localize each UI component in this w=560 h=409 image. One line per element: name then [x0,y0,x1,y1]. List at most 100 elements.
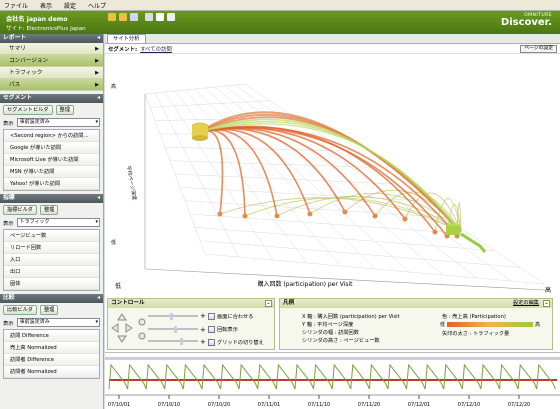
list-item[interactable]: Google が導いた訪問 [4,142,99,154]
zoom-slider-thumb [170,313,173,320]
compare-show-select[interactable]: 事前設定済み [16,318,100,327]
controls-panel: コントロール ⌄ + + + 画面に合わせる 回転表示 グリッドの切り替え [107,298,275,350]
timeline[interactable]: 07/10/01 07/10/10 07/10/20 07/11/01 07/11/10… [105,352,560,409]
path-3d-chart[interactable]: 購入回数 (participation) per Visit 低 高 平均ページ… [105,54,560,298]
svg-text:+: + [200,326,206,334]
list-item[interactable]: リロード回数 [4,242,99,254]
metric-section-header[interactable]: 指標 ◂ [0,194,103,203]
compare-organize-button[interactable]: 整理 [39,305,59,315]
timeline-date-label: 07/11/10 [308,402,330,408]
list-item[interactable]: 売上高 Normalized [4,342,99,354]
y-axis-high: 高 [111,83,116,90]
list-item[interactable]: 入口 [4,254,99,266]
fit-icon [208,313,215,320]
timeline-date-label: 07/10/01 [108,402,130,408]
edit-settings-link[interactable]: 設定の編集 [513,299,539,308]
pan-up-icon [117,313,127,321]
timeline-date-label: 07/10/10 [158,402,180,408]
svg-text:+: + [200,338,206,346]
timeline-sparkline [108,363,556,390]
legend-color: 色 : 売上高 (Participation) [442,314,506,320]
chevron-right-icon: ▶ [95,58,99,64]
timeline-date-label: 07/11/20 [358,402,380,408]
compare-builder-button[interactable]: 比較ビルダ [3,305,37,315]
rotate-view-button[interactable]: 回転表示 [208,326,238,333]
site-name: サイト: ElectronicsPlus Japan [6,26,86,32]
segment-bar: セグメント: すべての訪問 ページの設定 [105,44,560,54]
compare-section-header[interactable]: 比較 ◂ [0,294,103,303]
metric-organize-button[interactable]: 整理 [39,205,59,215]
legend-cyl-width: シリンダの幅 : 訪問回数 [302,330,359,336]
grid-toggle-button[interactable]: グリッドの切り替え [208,339,264,346]
menu-file[interactable]: ファイル [4,1,28,10]
timeline-ticks: 07/10/01 07/10/10 07/10/20 07/11/01 07/11/10… [108,395,530,408]
fit-screen-button[interactable]: 画面に合わせる [208,313,253,320]
nav-path[interactable]: パス ▶ [0,79,103,91]
path-node [432,229,438,235]
copy-icon[interactable] [156,12,164,21]
legend-x: X 軸 : 購入回数 (participation) per Visit [302,314,400,320]
path-node [372,213,378,219]
list-item[interactable]: 固体 [4,278,99,290]
path-arc [199,128,311,215]
path-node [217,211,223,217]
segment-organize-button[interactable]: 整理 [55,105,74,115]
path-node [307,211,313,217]
sidebar: レポート ◂ サマリ ▶ コンバージョン ▶ トラフィック ▶ パス ▶ セグメント ◂ セ… [0,34,104,409]
segment-section-header[interactable]: セグメント ◂ [0,94,103,103]
legend-arrow: 矢印の太さ : トラフィック量 [442,331,510,337]
nav-conversion[interactable]: コンバージョン ▶ [0,55,103,67]
x-axis-label: 購入回数 (participation) per Visit [257,280,353,288]
x-axis-low: 低 [115,282,121,290]
grid-icon [208,339,215,346]
nav-traffic[interactable]: トラフィック ▶ [0,67,103,79]
list-item[interactable]: MSN が導いた訪問 [4,166,99,178]
chevron-right-icon: ▶ [95,70,99,76]
report-section-header[interactable]: レポート ◂ [0,34,103,43]
list-item[interactable]: 訪問者 Difference [4,354,99,366]
path-node [342,209,348,215]
compare-list: 訪問 Difference 売上高 Normalized 訪問者 Differe… [3,329,100,379]
list-item[interactable]: 訪問者 Normalized [4,366,99,378]
list-item[interactable]: 出口 [4,266,99,278]
pan-left-icon [111,323,119,333]
tab-site-analysis[interactable]: サイト分析 [107,34,146,43]
list-item[interactable]: <Second region> からの訪問… [4,130,99,142]
chevron-right-icon: ▶ [95,82,99,88]
collapse-icon[interactable]: ⌄ [265,300,272,307]
nav-summary[interactable]: サマリ ▶ [0,43,103,55]
timeline-date-label: 07/12/10 [458,402,480,408]
origin-cylinder [192,135,208,141]
list-item[interactable]: Yahoo! が導いた訪問 [4,178,99,190]
save-icon[interactable] [130,12,138,21]
segment-builder-button[interactable]: セグメントビルダ [3,105,53,115]
timeline-date-label: 07/12/01 [408,402,430,408]
timeline-date-label: 07/12/20 [508,402,530,408]
metric-builder-button[interactable]: 指標ビルダ [3,205,37,215]
legend-panel: 凡例 設定の編集 ⌄ X 軸 : 購入回数 (participation) per … [279,298,553,350]
rotate-icon [208,326,215,333]
legend-cyl-height: シリンダの高さ : ページビュー数 [302,338,380,344]
app-header: 会社名 japan demo サイト: ElectronicsPlus Japa… [0,11,560,34]
app-window: ファイル 表示 設定 ヘルプ 会社名 japan demo サイト: Elect… [0,0,560,409]
folder-icon[interactable] [108,12,116,21]
menu-view[interactable]: 表示 [40,1,52,10]
print-icon[interactable] [145,12,153,21]
svg-text:+: + [200,312,206,320]
page-settings-button[interactable]: ページの設定 [520,45,557,53]
export-icon[interactable] [167,12,175,21]
list-item[interactable]: 訪問 Difference [4,330,99,342]
list-item[interactable]: ページビュー数 [4,230,99,242]
open-folder-icon[interactable] [119,12,127,21]
omniture-logo: OMNITURE Discover. [500,13,552,28]
rotate-left-icon [138,318,146,326]
collapse-icon[interactable]: ⌄ [543,300,550,307]
timeline-date-label: 07/10/20 [208,402,230,408]
menu-settings[interactable]: 設定 [64,1,76,10]
menu-help[interactable]: ヘルプ [88,1,106,10]
list-item[interactable]: Microsoft Live が導いた訪問 [4,154,99,166]
x-axis-high: 高 [545,286,551,294]
segment-link[interactable]: すべての訪問 [140,45,172,53]
segment-show-select[interactable]: 事前設定済み [16,118,100,127]
metric-show-select[interactable]: トラフィック [16,218,100,227]
